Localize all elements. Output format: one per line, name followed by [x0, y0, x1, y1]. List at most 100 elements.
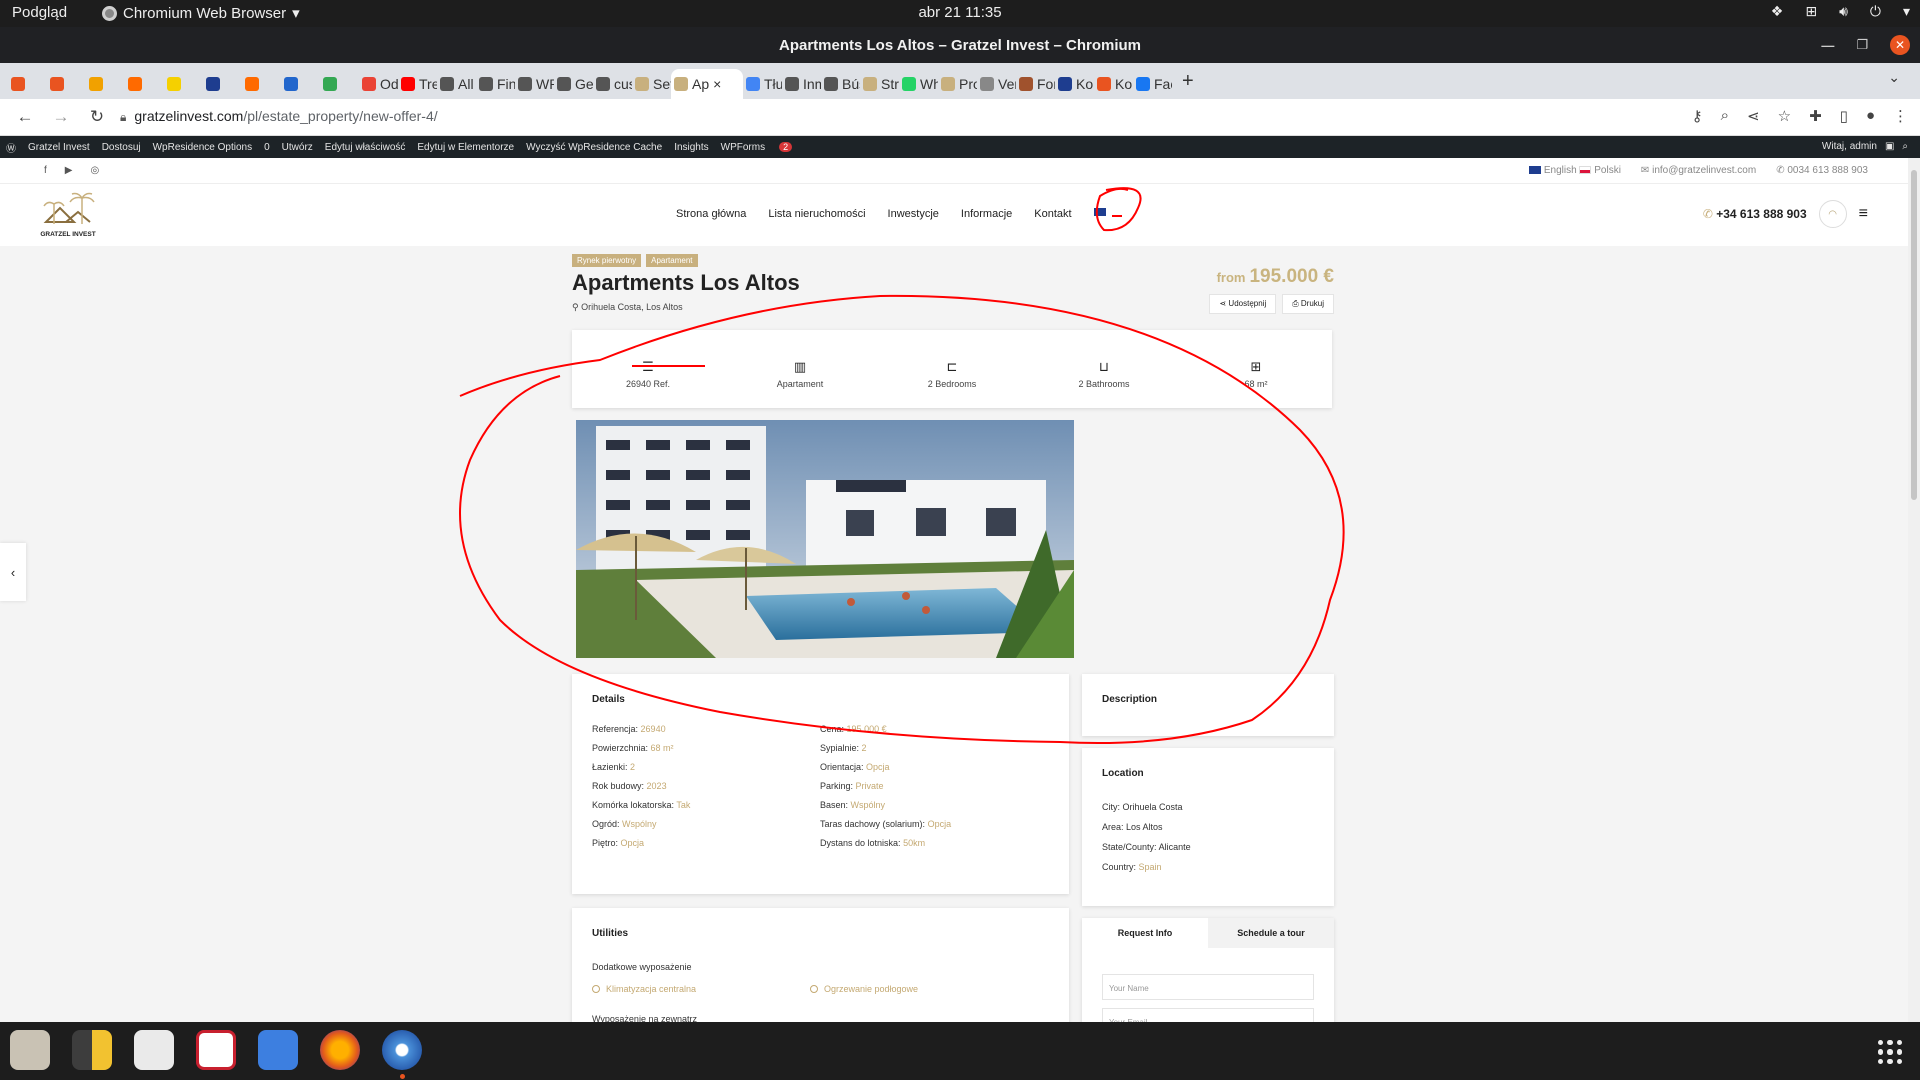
- activities-button[interactable]: Podgląd: [12, 4, 67, 21]
- caret-down-icon[interactable]: ▾: [1903, 3, 1910, 20]
- volume-icon[interactable]: 🔊︎: [1839, 3, 1848, 20]
- gratzel-logo[interactable]: GRATZEL INVEST: [36, 188, 100, 244]
- wpbar-item[interactable]: Utwórz: [282, 142, 313, 153]
- forward-icon[interactable]: →: [50, 107, 72, 127]
- browser-tab[interactable]: Gett: [554, 69, 593, 99]
- extensions-icon[interactable]: ✚: [1809, 107, 1822, 125]
- browser-tab[interactable]: [203, 69, 242, 99]
- minimize-icon[interactable]: —: [1821, 38, 1834, 53]
- system-tray[interactable]: ❖ ⊞ 🔊︎ ⏻ ▾: [1771, 3, 1910, 20]
- wpbar-item[interactable]: Insights: [674, 142, 708, 153]
- name-input[interactable]: Your Name: [1102, 974, 1314, 1000]
- side-arrow-button[interactable]: ‹: [0, 543, 26, 601]
- wpbar-item[interactable]: WPForms: [721, 142, 765, 153]
- browser-tab[interactable]: Find: [476, 69, 515, 99]
- lang-switch[interactable]: English Polski: [1529, 165, 1621, 176]
- browser-tab[interactable]: Ap ×: [671, 69, 743, 99]
- browser-tab[interactable]: Face: [1133, 69, 1172, 99]
- wpbar-item[interactable]: Gratzel Invest: [28, 142, 90, 153]
- uk-flag-icon[interactable]: [1093, 208, 1106, 216]
- nav-item[interactable]: Inwestycje: [888, 208, 939, 220]
- power-icon[interactable]: ⏻: [1870, 3, 1881, 20]
- reload-icon[interactable]: ↻: [86, 107, 108, 127]
- wpbar-item[interactable]: Dostosuj: [102, 142, 141, 153]
- nav-item[interactable]: Informacje: [961, 208, 1012, 220]
- youtube-icon[interactable]: ▶: [65, 165, 73, 176]
- wpbar-item[interactable]: Wyczyść WpResidence Cache: [526, 142, 662, 153]
- lang-english[interactable]: English: [1544, 165, 1577, 176]
- side-panel-icon[interactable]: ▯: [1840, 107, 1848, 125]
- user-avatar[interactable]: ◠: [1818, 200, 1847, 228]
- maximize-icon[interactable]: ❐: [1856, 37, 1868, 53]
- doublecmd-icon[interactable]: [196, 1030, 236, 1070]
- browser-tab[interactable]: [242, 69, 281, 99]
- nav-item[interactable]: Lista nieruchomości: [768, 208, 865, 220]
- menu-dots-icon[interactable]: ⋮: [1893, 107, 1908, 125]
- wpbar-greeting[interactable]: Witaj, admin: [1822, 141, 1877, 152]
- wordpress-logo-icon[interactable]: Ⓦ: [6, 140, 16, 155]
- browser-tab[interactable]: [281, 69, 320, 99]
- search-icon[interactable]: ⌕: [1902, 141, 1908, 152]
- browser-tab[interactable]: Prop: [938, 69, 977, 99]
- browser-tab[interactable]: Búsc: [821, 69, 860, 99]
- email-input[interactable]: Your Email: [1102, 1008, 1314, 1022]
- url-field[interactable]: 🔒︎ gratzelinvest.com/pl/estate_property/n…: [120, 108, 438, 125]
- instagram-icon[interactable]: ◎: [90, 165, 99, 176]
- browser-tab[interactable]: WP F: [515, 69, 554, 99]
- browser-tab[interactable]: Kont: [1055, 69, 1094, 99]
- browser-tab[interactable]: [320, 69, 359, 99]
- topline-phone[interactable]: ✆ 0034 613 888 903: [1776, 165, 1868, 176]
- print-button[interactable]: ⎙ Drukuj: [1282, 294, 1334, 314]
- browser-tab[interactable]: Tłum: [743, 69, 782, 99]
- chromium-icon[interactable]: [382, 1030, 422, 1070]
- browser-tab[interactable]: Inmc: [782, 69, 821, 99]
- browser-tab[interactable]: Setti: [632, 69, 671, 99]
- firefox-icon[interactable]: [320, 1030, 360, 1070]
- screenshot-icon[interactable]: [258, 1030, 298, 1070]
- tag-type[interactable]: Apartament: [646, 254, 698, 267]
- new-tab-icon[interactable]: +: [1182, 70, 1194, 93]
- zoom-icon[interactable]: ⌕: [1721, 107, 1729, 125]
- browser-tab[interactable]: Stro: [860, 69, 899, 99]
- tab-search-icon[interactable]: ⌄: [1888, 69, 1900, 86]
- property-photo[interactable]: [576, 420, 1074, 658]
- show-apps-icon[interactable]: [1878, 1040, 1902, 1064]
- network-icon[interactable]: ⊞: [1805, 3, 1817, 20]
- wpbar-account[interactable]: Witaj, admin ▣ ⌕: [1822, 141, 1908, 152]
- browser-tab[interactable]: Kont: [1094, 69, 1133, 99]
- key-icon[interactable]: ⚷: [1692, 107, 1703, 125]
- browser-tab[interactable]: For s: [1016, 69, 1055, 99]
- browser-tab[interactable]: Ode: [359, 69, 398, 99]
- facebook-icon[interactable]: f: [44, 165, 47, 176]
- dropbox-icon[interactable]: ❖: [1771, 3, 1784, 20]
- share-icon[interactable]: ⋖: [1747, 107, 1760, 125]
- header-phone[interactable]: ✆ +34 613 888 903: [1703, 207, 1807, 221]
- back-icon[interactable]: ←: [14, 107, 36, 127]
- calculator-icon[interactable]: [72, 1030, 112, 1070]
- wpbar-item[interactable]: Edytuj w Elementorze: [417, 142, 514, 153]
- text-editor-icon[interactable]: [134, 1030, 174, 1070]
- profile-icon[interactable]: ●: [1866, 107, 1875, 125]
- tab-schedule-tour[interactable]: Schedule a tour: [1208, 918, 1334, 948]
- browser-tab[interactable]: Wha: [899, 69, 938, 99]
- bookmark-star-icon[interactable]: ☆: [1778, 107, 1791, 125]
- tab-request-info[interactable]: Request Info: [1082, 918, 1208, 948]
- browser-tab[interactable]: Vent: [977, 69, 1016, 99]
- wpbar-item[interactable]: Edytuj właściwość: [325, 142, 406, 153]
- browser-tab[interactable]: [86, 69, 125, 99]
- topline-email[interactable]: ✉ info@gratzelinvest.com: [1641, 165, 1756, 176]
- browser-tab[interactable]: Treś: [398, 69, 437, 99]
- wpbar-item[interactable]: 0: [264, 142, 270, 153]
- wpbar-item[interactable]: WpResidence Options: [153, 142, 253, 153]
- page-scrollbar[interactable]: [1908, 158, 1920, 1022]
- app-menu[interactable]: Chromium Web Browser ▾: [102, 4, 300, 22]
- scrollbar-thumb[interactable]: [1911, 170, 1917, 500]
- share-button[interactable]: ⋖ Udostępnij: [1209, 294, 1277, 314]
- nav-item[interactable]: Strona główna: [676, 208, 746, 220]
- tab-close-icon[interactable]: ×: [713, 76, 721, 92]
- close-window-button[interactable]: ✕: [1890, 35, 1910, 55]
- hamburger-icon[interactable]: ≡: [1859, 205, 1868, 223]
- lang-polish[interactable]: Polski: [1594, 165, 1621, 176]
- browser-tab[interactable]: All T: [437, 69, 476, 99]
- browser-tab[interactable]: cust: [593, 69, 632, 99]
